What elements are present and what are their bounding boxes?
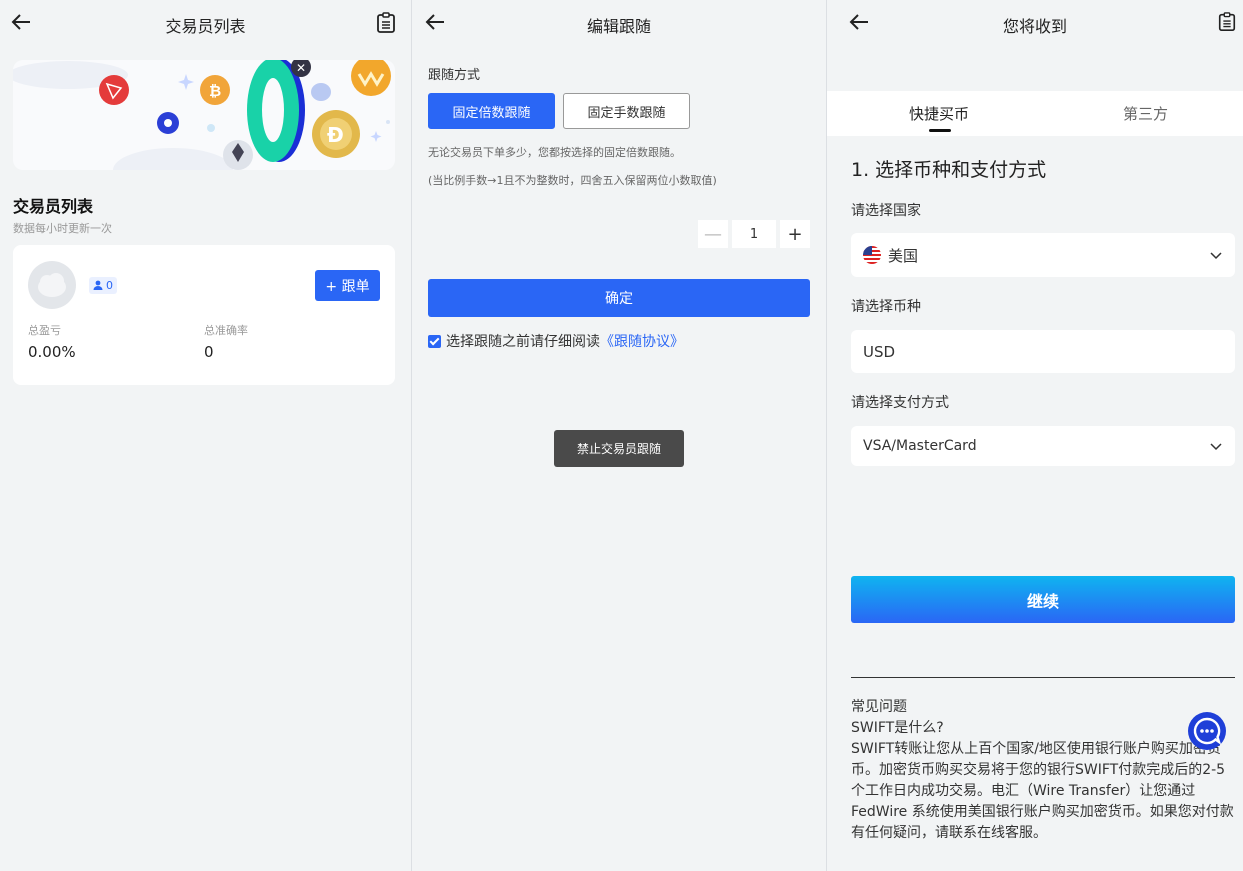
chevron-down-icon bbox=[1210, 252, 1222, 260]
currency-label: 请选择币种 bbox=[851, 299, 921, 315]
country-label: 请选择国家 bbox=[851, 203, 921, 219]
decrement-button[interactable]: — bbox=[698, 220, 728, 248]
accuracy-label: 总准确率 bbox=[204, 324, 248, 337]
payment-method-value: VSA/MasterCard bbox=[863, 438, 977, 454]
page-title: 交易员列表 bbox=[165, 17, 246, 36]
country-select[interactable]: 美国 bbox=[851, 233, 1235, 277]
header: 您将收到 bbox=[827, 0, 1243, 46]
crypto-coins-illustration: ₿ ✕ Ð bbox=[13, 60, 391, 170]
us-flag-icon bbox=[863, 246, 881, 264]
disable-trader-follow-button[interactable]: 禁止交易员跟随 bbox=[554, 430, 684, 467]
svg-text:Ð: Ð bbox=[327, 123, 344, 147]
currency-field[interactable]: USD bbox=[851, 330, 1235, 373]
step-title: 1. 选择币种和支付方式 bbox=[851, 159, 1047, 181]
chat-support-icon[interactable] bbox=[1187, 711, 1227, 751]
edit-follow-screen: 编辑跟随 跟随方式 固定倍数跟随 固定手数跟随 无论交易员下单多少，您都按选择的… bbox=[412, 0, 826, 871]
fixed-lot-mode-button[interactable]: 固定手数跟随 bbox=[563, 93, 690, 129]
cloud-avatar-icon bbox=[38, 273, 66, 297]
trader-list-screen: 交易员列表 ₿ ✕ Ð 交易员列表 数据每小时更新一次 0 + 跟单 总盈亏 0… bbox=[0, 0, 411, 871]
follower-count-badge: 0 bbox=[89, 277, 117, 294]
document-icon[interactable] bbox=[375, 12, 397, 34]
faq-section: 常见问题 SWIFT是什么? SWIFT转账让您从上百个国家/地区使用银行账户购… bbox=[851, 697, 1239, 844]
svg-text:₿: ₿ bbox=[209, 82, 221, 100]
divider bbox=[851, 677, 1235, 678]
promo-banner[interactable]: ₿ ✕ Ð bbox=[13, 60, 395, 170]
active-tab-indicator bbox=[929, 129, 951, 132]
buy-crypto-screen: 您将收到 快捷买币 第三方 1. 选择币种和支付方式 请选择国家 美国 请选择币… bbox=[827, 0, 1243, 871]
svg-text:✕: ✕ bbox=[296, 61, 306, 75]
total-pnl-label: 总盈亏 bbox=[28, 324, 61, 337]
accuracy-value: 0 bbox=[204, 343, 214, 361]
purchase-tabs: 快捷买币 第三方 bbox=[827, 91, 1243, 136]
currency-value: USD bbox=[863, 342, 896, 361]
multiplier-value[interactable]: 1 bbox=[732, 220, 776, 248]
agreement-link[interactable]: 《跟随协议》 bbox=[600, 331, 684, 351]
faq-answer: SWIFT转账让您从上百个国家/地区使用银行账户购买加密货币。加密货币购买交易将… bbox=[851, 741, 1234, 841]
trader-card[interactable]: 0 + 跟单 总盈亏 0.00% 总准确率 0 bbox=[13, 245, 395, 385]
payment-method-select[interactable]: VSA/MasterCard bbox=[851, 426, 1235, 466]
confirm-button[interactable]: 确定 bbox=[428, 279, 810, 317]
multiplier-stepper: — 1 + bbox=[698, 220, 810, 248]
avatar bbox=[28, 261, 76, 309]
tab-quick-buy[interactable]: 快捷买币 bbox=[909, 103, 969, 124]
country-value: 美国 bbox=[888, 246, 919, 265]
agreement-row: 选择跟随之前请仔细阅读 《跟随协议》 bbox=[428, 331, 684, 351]
faq-question: SWIFT是什么? bbox=[851, 720, 944, 736]
page-title: 编辑跟随 bbox=[586, 17, 651, 36]
header: 交易员列表 bbox=[0, 0, 411, 46]
increment-button[interactable]: + bbox=[780, 220, 810, 248]
page-title: 您将收到 bbox=[1002, 17, 1067, 36]
follower-count: 0 bbox=[106, 279, 113, 292]
continue-button[interactable]: 继续 bbox=[851, 576, 1235, 623]
tab-third-party[interactable]: 第三方 bbox=[1123, 103, 1168, 124]
faq-title: 常见问题 bbox=[851, 699, 907, 715]
follow-trader-button[interactable]: + 跟单 bbox=[315, 270, 380, 301]
section-subtitle: 数据每小时更新一次 bbox=[13, 222, 112, 235]
user-icon bbox=[93, 280, 103, 290]
header: 编辑跟随 bbox=[412, 0, 826, 46]
agreement-text: 选择跟随之前请仔细阅读 bbox=[446, 334, 600, 350]
document-icon[interactable] bbox=[1217, 12, 1237, 32]
mode-description: 无论交易员下单多少，您都按选择的固定倍数跟随。 bbox=[428, 146, 681, 159]
follow-mode-label: 跟随方式 bbox=[428, 68, 481, 83]
fixed-multiple-mode-button[interactable]: 固定倍数跟随 bbox=[428, 93, 555, 129]
section-title: 交易员列表 bbox=[13, 197, 94, 216]
total-pnl-value: 0.00% bbox=[28, 343, 76, 361]
chevron-down-icon bbox=[1210, 443, 1222, 451]
rounding-note: (当比例手数→1且不为整数时，四舍五入保留两位小数取值) bbox=[428, 174, 717, 187]
payment-method-label: 请选择支付方式 bbox=[851, 395, 949, 411]
agreement-checkbox[interactable] bbox=[428, 334, 441, 348]
